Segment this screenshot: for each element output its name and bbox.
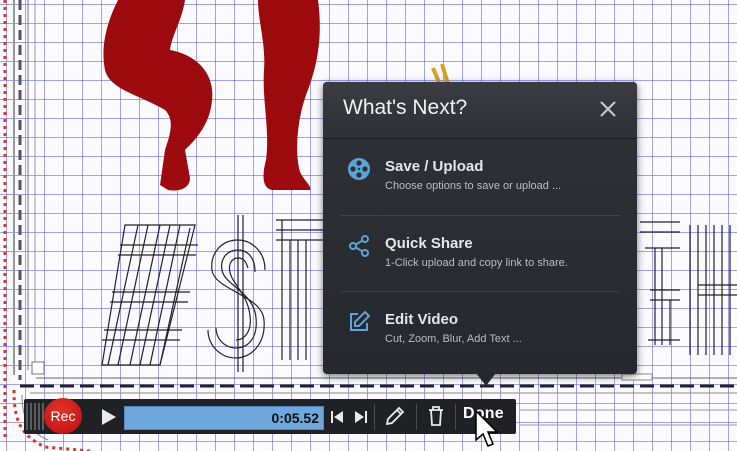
play-icon[interactable] — [98, 407, 118, 427]
pencil-icon[interactable] — [384, 405, 406, 427]
toolbar-divider — [416, 404, 417, 430]
skip-forward-icon[interactable] — [351, 406, 371, 428]
red-figure-shape — [103, 0, 213, 191]
film-reel-icon — [348, 158, 370, 180]
edit-video-option[interactable]: Edit Video Cut, Zoom, Blur, Add Text ... — [341, 292, 619, 368]
toolbar-divider — [455, 404, 456, 430]
edit-icon — [350, 310, 371, 331]
progress-bar[interactable]: 0:05.52 — [124, 406, 324, 430]
quick-share-description: 1-Click upload and copy link to share. — [385, 257, 568, 269]
trash-icon[interactable] — [425, 404, 447, 428]
record-button[interactable]: Rec — [44, 398, 82, 434]
popup-pointer — [476, 373, 496, 386]
mouse-cursor-icon — [475, 410, 499, 447]
quick-share-option[interactable]: Quick Share 1-Click upload and copy link… — [341, 216, 619, 292]
save-upload-description: Choose options to save or upload ... — [385, 180, 562, 192]
whats-next-popup: What's Next? Save / Upload Choose option… — [323, 82, 637, 374]
popup-title: What's Next? — [343, 96, 468, 119]
popup-header: What's Next? — [323, 82, 637, 139]
toolbar-divider — [374, 404, 375, 430]
skip-back-icon[interactable] — [327, 406, 347, 428]
close-icon[interactable] — [599, 100, 617, 118]
edit-video-title: Edit Video — [385, 311, 459, 328]
drag-handle[interactable] — [26, 403, 44, 430]
time-display: 0:05.52 — [271, 410, 319, 426]
share-icon — [349, 235, 369, 257]
red-leg-shape — [258, 0, 320, 190]
quick-share-title: Quick Share — [385, 235, 473, 252]
save-upload-option[interactable]: Save / Upload Choose options to save or … — [341, 139, 619, 215]
save-upload-title: Save / Upload — [385, 158, 484, 175]
edit-video-description: Cut, Zoom, Blur, Add Text ... — [385, 333, 522, 345]
